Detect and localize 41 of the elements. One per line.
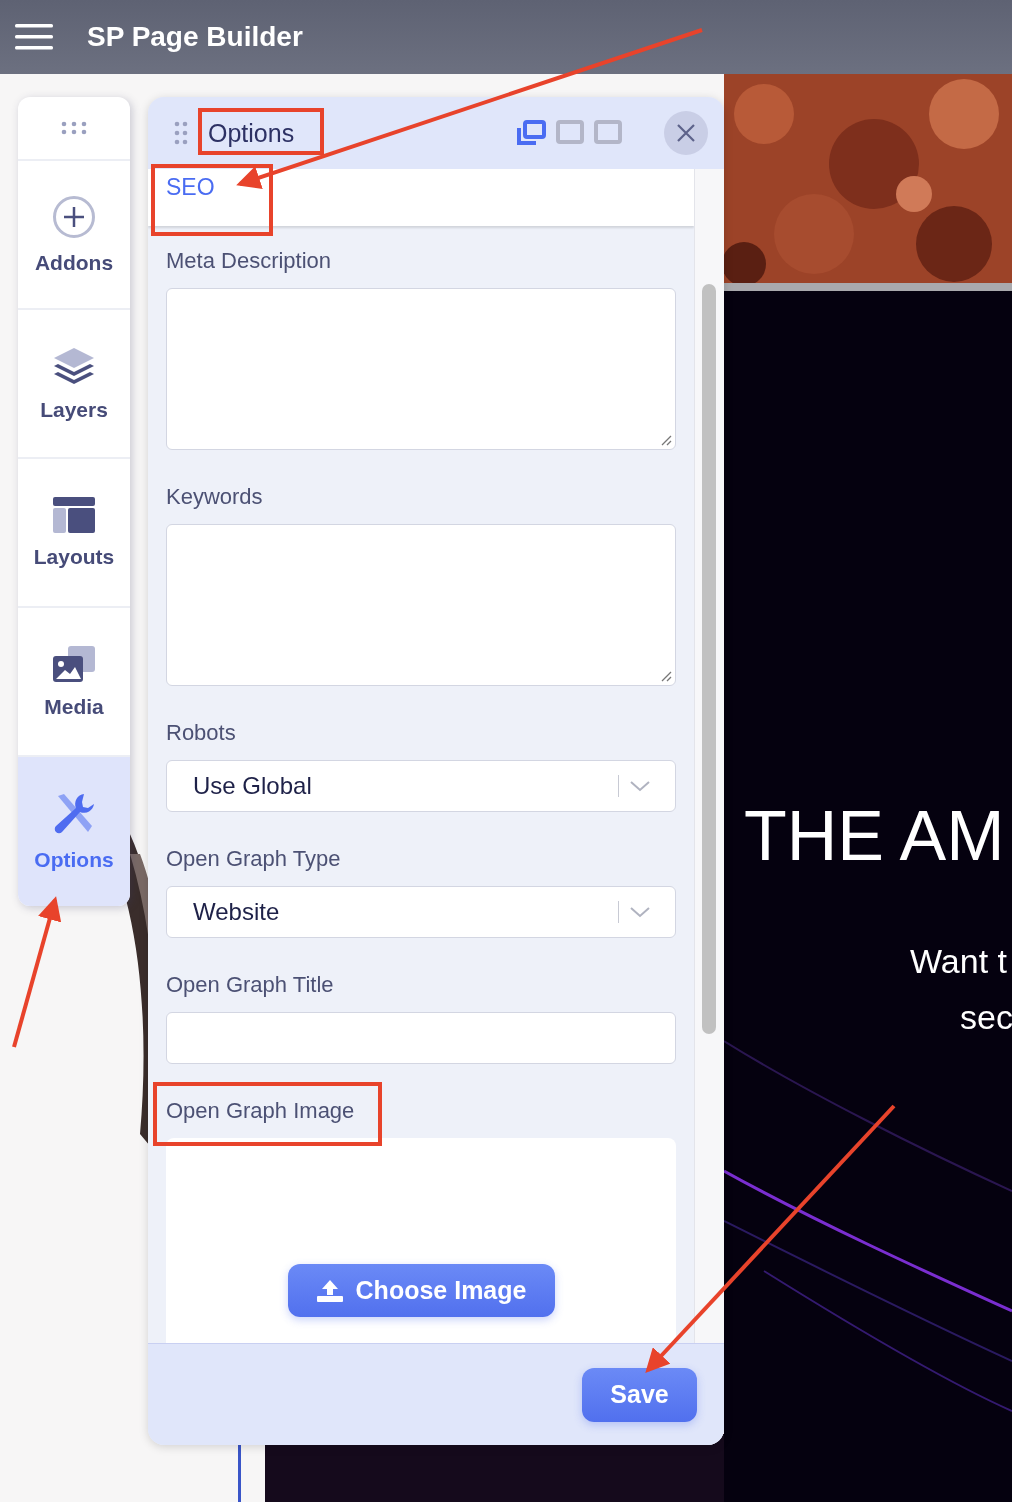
sidebar-item[interactable]: Layouts [18, 459, 130, 608]
scrollbar-thumb[interactable] [702, 284, 716, 1034]
select-field[interactable]: Website [166, 886, 676, 938]
window-icon[interactable] [556, 120, 584, 146]
layers-icon [52, 345, 96, 386]
panel-title: Options [208, 118, 295, 148]
hero-heading: THE AM [744, 801, 1006, 871]
drag-handle-icon[interactable] [61, 121, 87, 135]
app-title: SP Page Builder [87, 21, 303, 53]
field-label: Meta Description [166, 248, 333, 274]
close-button[interactable] [664, 111, 708, 155]
field-label: Open Graph Type [166, 846, 342, 872]
resize-handle-icon[interactable] [660, 434, 672, 446]
sidebar-item[interactable]: Addons [18, 161, 130, 310]
chevron-down-icon [629, 779, 651, 793]
drag-handle-icon[interactable] [174, 121, 188, 145]
layout-icon [53, 496, 95, 533]
save-button[interactable]: Save [582, 1367, 697, 1422]
field-label: Open Graph Image [166, 1098, 356, 1124]
select-field[interactable]: Use Global [166, 760, 676, 812]
menu-icon[interactable] [15, 23, 53, 51]
upload-icon [315, 1278, 344, 1303]
window-icon[interactable] [594, 120, 622, 146]
seo-tab[interactable]: SEO [148, 169, 233, 226]
tools-icon [52, 791, 96, 836]
field-label: Keywords [166, 484, 264, 510]
sidebar-item[interactable]: Layers [18, 310, 130, 459]
chevron-down-icon [629, 905, 651, 919]
image-gallery-icon [52, 644, 96, 683]
window-stack-icon[interactable] [516, 120, 546, 146]
close-icon [676, 123, 696, 143]
choose-image-button[interactable]: Choose Image [287, 1264, 555, 1317]
plus-circle-icon [52, 194, 96, 239]
hero-text: Want t [910, 941, 1008, 982]
hero-text: sec [960, 997, 1012, 1038]
sidebar-item[interactable]: Options [18, 757, 130, 906]
sidebar-item[interactable]: Media [18, 608, 130, 757]
input-field[interactable] [166, 1012, 676, 1064]
field-label: Robots [166, 720, 237, 746]
field-label: Open Graph Title [166, 972, 335, 998]
resize-handle-icon[interactable] [660, 670, 672, 682]
